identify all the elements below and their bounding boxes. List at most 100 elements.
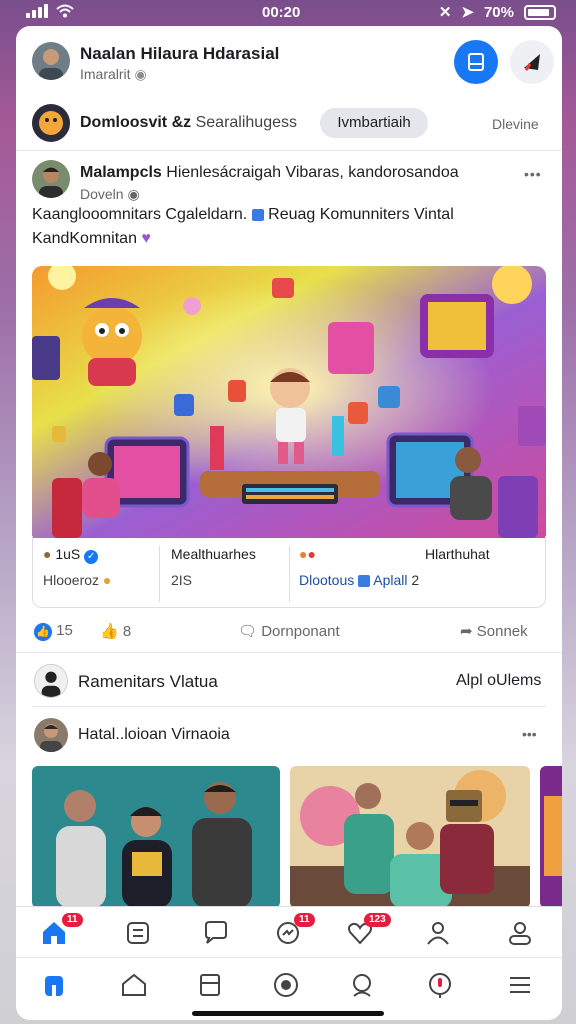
header-subtitle: Imaralrit ◉	[80, 66, 147, 83]
notification-badge: 123	[364, 913, 391, 927]
header-avatar[interactable]	[32, 42, 70, 80]
blue-square-icon	[358, 575, 371, 588]
post2-author-name[interactable]: Hatal..loioan Virnaoia	[78, 726, 230, 744]
friends-icon	[427, 922, 449, 945]
nav-chat-button[interactable]	[202, 919, 230, 947]
post-text-line1: Kaanglooomnitars Cgaleldarn. Reuag Komun…	[32, 206, 454, 224]
stats-reaction-row: ● 1uS ✓	[43, 546, 99, 564]
people-photo	[32, 766, 280, 908]
tab-notifications[interactable]	[426, 971, 454, 999]
group-avatar[interactable]	[32, 104, 70, 142]
verified-icon: ✓	[84, 550, 99, 564]
post-headline: Hienlesácraigah Vibaras, kandorosandoa	[166, 164, 459, 181]
group-tag: &z	[171, 114, 192, 131]
nav-profile-button[interactable]	[506, 919, 534, 947]
stats-col1-label: Hlooeroz	[43, 572, 100, 588]
group-search-link[interactable]: Searalihugess	[196, 114, 297, 131]
megaphone-button[interactable]	[510, 40, 554, 84]
home-tab-icon	[45, 976, 63, 996]
stats-col3-row: Dlootous Aplall 2	[299, 572, 419, 588]
signal-icon	[26, 4, 48, 18]
tab-marketplace[interactable]	[120, 971, 148, 999]
search-icon	[353, 974, 371, 997]
nav-news-button[interactable]	[124, 919, 152, 947]
profile-icon	[509, 922, 531, 945]
group-pill-button[interactable]: Ivmbartiaih	[320, 108, 428, 138]
notification-badge: 11	[62, 913, 83, 927]
feed-card: Naalan Hilaura Hdarasial Imaralrit ◉ Dom…	[16, 26, 562, 1020]
share-button[interactable]: ➦ Sonnek	[460, 622, 528, 640]
post-text-line2: KandKomnitan ♥	[32, 230, 151, 248]
post2-more-button[interactable]: •••	[522, 726, 537, 742]
like-count: 15	[56, 622, 73, 639]
post-author-avatar[interactable]	[32, 160, 70, 198]
location-icon: ➤	[461, 4, 474, 21]
section-title: Ramenitars Vlatua	[78, 672, 218, 691]
wifi-icon	[56, 4, 74, 18]
nav-home-button[interactable]: 11	[40, 913, 83, 947]
stats-col-1: ● 1uS ✓ Hlooeroz ●	[33, 536, 159, 608]
section-action-link[interactable]: Alpl oUlems	[456, 672, 541, 690]
photo-group-3[interactable]	[540, 766, 562, 908]
group-name[interactable]: Domloosvit &z Searalihugess	[80, 114, 297, 132]
stats-col1-value: 1uS	[55, 546, 81, 562]
tab-menu[interactable]	[506, 971, 534, 999]
post-meta: Doveln ◉	[80, 186, 140, 203]
post-more-button[interactable]: •••	[524, 166, 542, 182]
share-label: Sonnek	[476, 623, 528, 640]
post-image[interactable]	[32, 266, 546, 538]
tab-home[interactable]	[40, 971, 68, 999]
divider	[32, 706, 546, 707]
nav-heart-button[interactable]: 123	[346, 913, 391, 947]
tab-pages[interactable]	[196, 971, 224, 999]
chat-icon	[205, 921, 227, 944]
stats-divider	[289, 546, 290, 602]
page-icon	[468, 53, 484, 71]
notification-badge: 11	[294, 913, 315, 927]
home-indicator[interactable]	[192, 1011, 384, 1016]
thumbs-up-icon: 👍	[100, 623, 119, 640]
post-header-line: Malampcls Hienlesácraigah Vibaras, kando…	[80, 164, 459, 182]
watch-icon	[274, 973, 298, 997]
thumbs-button[interactable]: 👍 8	[100, 622, 131, 640]
stats-col2-title: Mealthuarhes	[171, 546, 256, 562]
red-dot-icon: ●	[307, 546, 316, 562]
tab-search[interactable]	[348, 971, 376, 999]
battery-percent: 70%	[483, 3, 514, 21]
stats-col1-label-row: Hlooeroz ●	[43, 572, 111, 588]
nav-friends-button[interactable]	[424, 919, 452, 947]
globe-icon: ◉	[127, 186, 140, 202]
comment-button[interactable]: 🗨 Dornponant	[238, 622, 340, 640]
divider	[16, 957, 562, 958]
post-author-name[interactable]: Malampcls	[80, 164, 162, 181]
people-photo	[290, 766, 530, 908]
comment-icon: 🗨	[238, 623, 258, 640]
photo-group-2[interactable]	[290, 766, 530, 908]
stats-col3-label2[interactable]: Aplall	[373, 572, 407, 588]
stats-col3-value: 2	[411, 572, 420, 588]
stats-divider	[159, 546, 160, 602]
tab-watch[interactable]	[272, 971, 300, 999]
photo-group-1[interactable]	[32, 766, 280, 908]
like-count-button[interactable]: 👍 15	[34, 622, 73, 641]
stats-col3-label1[interactable]: Dlootous	[299, 572, 354, 588]
nav-messenger-button[interactable]: 11	[274, 913, 315, 947]
header-title: Naalan Hilaura Hdarasial	[80, 44, 280, 63]
thumbs-count: 8	[122, 623, 132, 640]
page-button[interactable]	[454, 40, 498, 84]
group-more-link[interactable]: Dlevine	[492, 116, 539, 132]
reaction-bar: 👍 15 👍 8 🗨 Dornponant ➦ Sonnek	[16, 616, 562, 650]
signal-indicators	[26, 4, 74, 18]
post2-author-avatar[interactable]	[34, 718, 68, 752]
notifications-icon	[429, 973, 451, 998]
marketplace-icon	[122, 973, 146, 996]
nav-row-bottom	[16, 961, 562, 1011]
nav-row-top: 11 11 123	[16, 907, 562, 957]
header-subtitle-text: Imaralrit	[80, 66, 131, 82]
bottom-navigation: 11 11 123	[16, 906, 562, 1020]
divider	[16, 150, 562, 151]
pages-icon	[200, 974, 220, 996]
divider	[16, 652, 562, 653]
face-emoji-icon: ●	[102, 572, 112, 588]
section-avatar[interactable]	[34, 664, 68, 698]
